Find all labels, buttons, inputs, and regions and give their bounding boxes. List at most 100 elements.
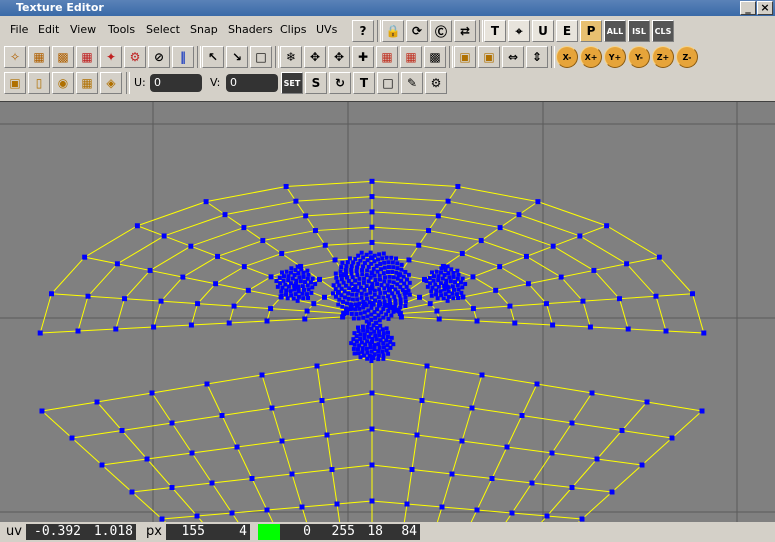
uv-vertex[interactable] — [427, 275, 432, 280]
uv-vertex[interactable] — [378, 267, 383, 272]
uv-vertex[interactable] — [399, 267, 404, 272]
uv-vertex[interactable] — [352, 331, 357, 336]
uv-vertex[interactable] — [424, 278, 429, 283]
uv-vertex[interactable] — [381, 295, 386, 300]
uv-vertex[interactable] — [203, 199, 209, 205]
uv-vertex[interactable] — [293, 198, 299, 204]
uv-vertex[interactable] — [406, 272, 411, 277]
uv-vertex[interactable] — [259, 372, 265, 378]
uv-vertex[interactable] — [469, 405, 475, 411]
uv-vertex[interactable] — [383, 290, 388, 295]
uv-vertex[interactable] — [277, 275, 282, 280]
uv-vertex[interactable] — [372, 253, 377, 258]
uv-vertex[interactable] — [436, 278, 441, 283]
uv-vertex[interactable] — [351, 287, 356, 292]
uv-vertex[interactable] — [479, 372, 485, 378]
uv-vertex[interactable] — [369, 426, 375, 432]
uv-vertex[interactable] — [301, 287, 306, 292]
uv-vertex[interactable] — [241, 264, 247, 270]
uv-vertex[interactable] — [393, 302, 398, 307]
uv-vertex[interactable] — [381, 251, 386, 256]
uv-vertex[interactable] — [478, 238, 484, 244]
set-button[interactable]: SET — [281, 72, 303, 94]
uv-vertex[interactable] — [589, 390, 595, 396]
uv-vertex[interactable] — [378, 323, 383, 328]
uv-vertex[interactable] — [385, 283, 390, 288]
uv-vertex[interactable] — [355, 297, 360, 302]
uv-vertex[interactable] — [351, 316, 356, 321]
pin-u-button[interactable]: U — [532, 20, 554, 42]
uv-vertex[interactable] — [386, 308, 391, 313]
uv-vertex[interactable] — [544, 513, 550, 519]
uv-vertex[interactable] — [361, 255, 366, 260]
uv-vertex[interactable] — [431, 278, 436, 283]
uv-vertex[interactable] — [431, 274, 436, 279]
uv-vertex[interactable] — [269, 405, 275, 411]
uv-vertex[interactable] — [354, 339, 359, 344]
uv-vertex[interactable] — [304, 308, 310, 314]
uv-vertex[interactable] — [569, 485, 575, 490]
uv-vertex[interactable] — [455, 276, 460, 281]
uv-vertex[interactable] — [339, 277, 344, 282]
uv-vertex[interactable] — [356, 325, 361, 330]
uv-vertex[interactable] — [445, 198, 451, 204]
uv-vertex[interactable] — [373, 278, 378, 283]
uv-vertex[interactable] — [369, 312, 374, 317]
uv-vertex[interactable] — [392, 305, 397, 310]
uv-vertex[interactable] — [497, 225, 503, 231]
uv-vertex[interactable] — [134, 223, 140, 229]
uv-vertex[interactable] — [333, 271, 338, 276]
uv-vertex[interactable] — [39, 408, 45, 414]
uv-vertex[interactable] — [414, 432, 420, 438]
uv-vertex[interactable] — [294, 278, 299, 283]
refresh-icon[interactable]: ⟳ — [406, 20, 428, 42]
uv-vertex[interactable] — [204, 381, 210, 387]
uv-vertex[interactable] — [364, 273, 369, 278]
uv-vertex[interactable] — [549, 450, 555, 456]
uv-vertex[interactable] — [394, 270, 399, 275]
uv-vertex[interactable] — [436, 316, 442, 322]
uv-vertex[interactable] — [349, 264, 354, 269]
uv-vertex[interactable] — [436, 274, 441, 279]
uv-vertex[interactable] — [519, 413, 525, 418]
uv-vertex[interactable] — [338, 269, 343, 274]
uv-vertex[interactable] — [372, 288, 377, 293]
uv-vertex[interactable] — [523, 253, 529, 259]
uv-vertex[interactable] — [369, 178, 375, 184]
uv-vertex[interactable] — [268, 306, 274, 312]
uv-vertex[interactable] — [305, 276, 310, 281]
uv-vertex[interactable] — [310, 285, 315, 290]
uv-vertex[interactable] — [360, 268, 365, 273]
uv-vertex[interactable] — [249, 476, 255, 481]
uv-vertex[interactable] — [241, 225, 247, 231]
uv-vertex[interactable] — [550, 322, 556, 328]
uv-vertex[interactable] — [357, 281, 362, 286]
uv-vertex[interactable] — [382, 299, 387, 304]
uv-vertex[interactable] — [442, 287, 447, 292]
uv-vertex[interactable] — [403, 299, 408, 304]
uv-vertex[interactable] — [333, 294, 338, 299]
uv-vertex[interactable] — [507, 303, 513, 309]
swap-icon[interactable]: ⇄ — [454, 20, 476, 42]
uv-vertex[interactable] — [398, 297, 403, 302]
uv-vertex[interactable] — [144, 456, 150, 462]
uv-vertex[interactable] — [384, 326, 389, 331]
uv-vertex[interactable] — [279, 251, 285, 257]
fit-v-icon[interactable]: ⇕ — [526, 46, 548, 68]
uv-vertex[interactable] — [381, 315, 386, 320]
uv-vertex[interactable] — [387, 274, 392, 279]
uv-vertex[interactable] — [361, 328, 366, 333]
uv-vertex[interactable] — [394, 256, 399, 261]
uv-vertex[interactable] — [689, 291, 695, 297]
uv-vertex[interactable] — [639, 462, 645, 468]
uv-vertex[interactable] — [577, 233, 583, 239]
uv-vertex[interactable] — [443, 268, 448, 273]
uv-vertex[interactable] — [368, 275, 373, 280]
pin-p-button[interactable]: P — [580, 20, 602, 42]
axis-x-minus-button[interactable]: X- — [556, 46, 578, 68]
uv-vertex[interactable] — [609, 489, 615, 495]
uv-vertex[interactable] — [161, 233, 167, 239]
uv-vertex[interactable] — [349, 311, 354, 316]
uv-vertex[interactable] — [366, 308, 371, 313]
uv-vertex[interactable] — [355, 265, 360, 270]
